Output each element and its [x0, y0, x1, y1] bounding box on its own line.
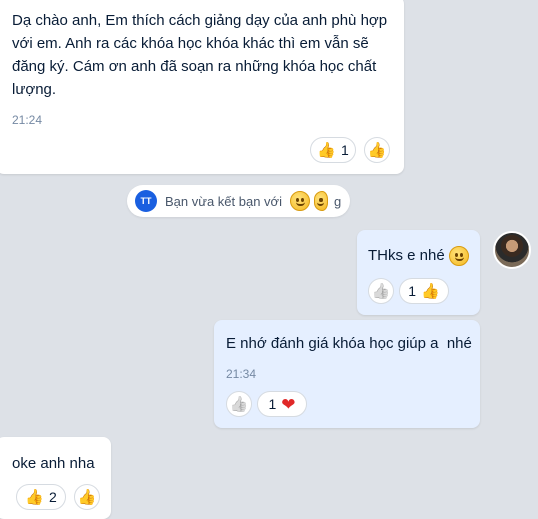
thumbs-up-outline-icon: 👍 [371, 282, 391, 300]
smile-emoji-icon [289, 191, 328, 211]
notice-trailing-text: g [333, 193, 342, 209]
message-text: E nhớ đánh giá khóa học giúp a nhé [226, 335, 472, 352]
message-time: 21:24 [12, 113, 43, 127]
notice-text: Bạn vừa kết bạn với [165, 193, 282, 209]
reaction-count-pill[interactable]: 👍 1 [310, 137, 356, 163]
message-bubble-incoming[interactable]: Dạ chào anh, Em thích cách giảng dạy của… [0, 0, 404, 174]
smile-emoji-icon [289, 191, 310, 211]
reaction-count: 1 [340, 142, 349, 158]
add-reaction-button[interactable]: 👍 [364, 137, 390, 163]
avatar[interactable] [493, 231, 531, 269]
message-text: THks e nhé [368, 244, 469, 267]
message-line: THks e nhé [368, 247, 445, 264]
smile-emoji-icon [313, 191, 328, 211]
message-text: oke anh nha [12, 455, 95, 472]
thumbs-up-icon: 👍 [367, 141, 387, 159]
reaction-count-pill[interactable]: 1 ❤ [257, 391, 307, 417]
thumbs-up-icon: 👍 [25, 488, 44, 506]
smile-emoji-icon [448, 245, 469, 266]
heart-icon: ❤ [281, 394, 296, 414]
add-reaction-button[interactable]: 👍 [74, 484, 100, 510]
reaction-count: 1 [408, 283, 417, 299]
message-line: Dạ chào anh, Em thích cách giảng dạy của… [12, 12, 388, 29]
avatar[interactable]: TT [135, 190, 157, 212]
reaction-count-pill[interactable]: 👍 2 [16, 484, 66, 510]
message-text: Dạ chào anh, Em thích cách giảng dạy của… [12, 9, 402, 101]
message-line: đăng ký. Cám ơn anh đã soạn ra những khó… [12, 58, 377, 75]
message-line: với em. Anh ra các khóa học khóa khác th… [12, 35, 369, 52]
thumbs-up-icon: 👍 [421, 282, 440, 300]
message-bubble-outgoing[interactable]: E nhớ đánh giá khóa học giúp a nhé 21:34… [214, 320, 480, 428]
thumbs-up-icon: 👍 [317, 141, 336, 159]
reaction-count: 1 [268, 396, 277, 412]
message-time: 21:34 [226, 367, 257, 381]
message-bubble-outgoing[interactable]: THks e nhé 👍 1 👍 [357, 230, 480, 315]
message-line: lượng. [12, 81, 57, 98]
reaction-count: 2 [48, 489, 57, 505]
add-reaction-button[interactable]: 👍 [368, 278, 394, 304]
message-bubble-incoming[interactable]: oke anh nha 👍 2 👍 [0, 437, 111, 519]
thumbs-up-outline-icon: 👍 [229, 395, 249, 413]
add-reaction-button[interactable]: 👍 [226, 391, 252, 417]
thumbs-up-icon: 👍 [77, 488, 97, 506]
reaction-count-pill[interactable]: 1 👍 [399, 278, 449, 304]
friend-added-notice: TT Bạn vừa kết bạn với g [127, 185, 350, 217]
